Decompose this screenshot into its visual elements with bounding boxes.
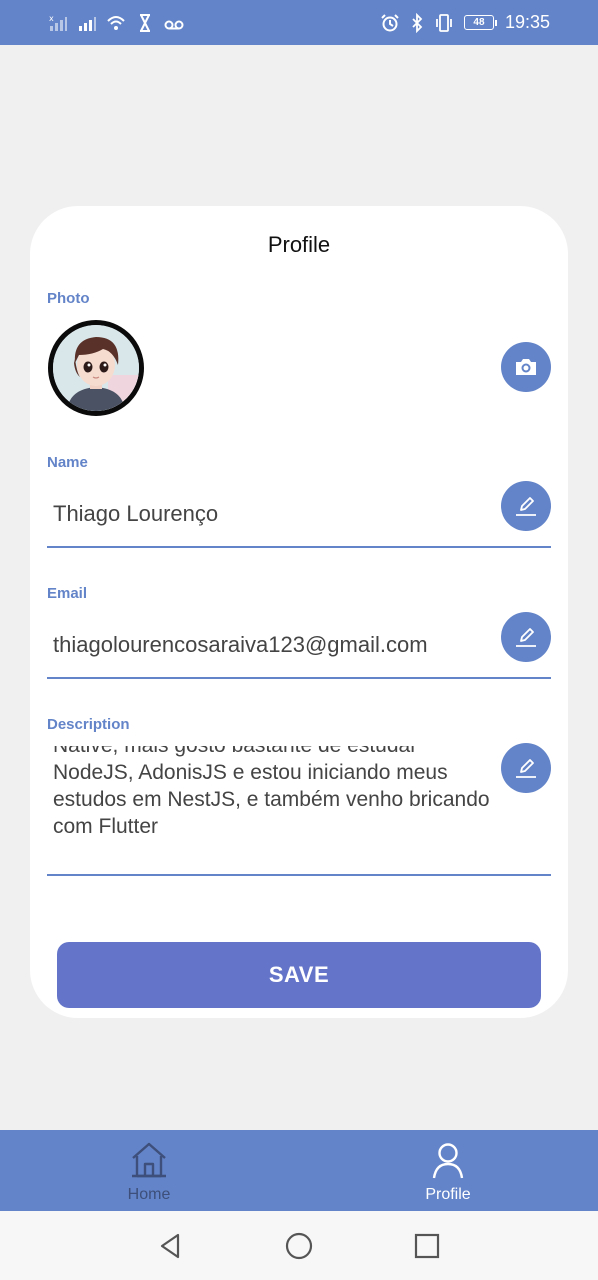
pencil-icon [516, 628, 536, 647]
alarm-icon [380, 13, 400, 33]
recents-button[interactable] [412, 1231, 442, 1261]
status-bar: x 48 19:35 [0, 0, 598, 45]
save-button[interactable]: SAVE [57, 942, 541, 1008]
vibrate-icon [434, 13, 454, 33]
email-field[interactable]: thiagolourencosaraiva123@gmail.com [53, 632, 428, 658]
name-field[interactable]: Thiago Lourenço [53, 501, 218, 527]
battery-level: 48 [473, 17, 485, 28]
camera-icon [516, 359, 536, 375]
tab-profile[interactable]: Profile [348, 1130, 548, 1211]
bottom-tab-bar: Home Profile [0, 1130, 598, 1211]
back-icon [160, 1233, 180, 1258]
hourglass-icon [135, 13, 155, 33]
svg-text:x: x [49, 14, 54, 23]
status-left-icons: x [48, 13, 184, 33]
pencil-icon [516, 759, 536, 778]
profile-card: Profile Photo Name Thiago Lourenço Email… [30, 206, 568, 1018]
wifi-icon [106, 13, 126, 33]
description-field[interactable]: Native, mais gosto bastante de estudar N… [53, 746, 503, 856]
avatar [48, 320, 144, 416]
tab-home[interactable]: Home [49, 1130, 249, 1211]
bluetooth-icon [407, 12, 427, 33]
home-button[interactable] [284, 1231, 314, 1261]
back-button[interactable] [156, 1231, 186, 1261]
home-icon [132, 1142, 166, 1178]
description-label: Description [47, 716, 130, 733]
tab-profile-label: Profile [425, 1186, 471, 1203]
email-underline [47, 677, 551, 679]
photo-label: Photo [47, 290, 90, 307]
system-nav-bar [0, 1211, 598, 1280]
edit-name-button[interactable] [501, 481, 551, 531]
tab-home-label: Home [127, 1186, 171, 1203]
status-right-icons: 48 19:35 [380, 12, 550, 33]
email-label: Email [47, 585, 88, 602]
status-time: 19:35 [504, 12, 550, 32]
page-title: Profile [267, 232, 331, 257]
name-label: Name [47, 454, 88, 471]
description-text: Native, mais gosto bastante de estudar N… [53, 746, 490, 838]
pencil-icon [516, 497, 536, 516]
name-underline [47, 546, 551, 548]
change-photo-button[interactable] [501, 342, 551, 392]
user-icon [432, 1143, 464, 1179]
voicemail-icon [164, 13, 184, 33]
edit-description-button[interactable] [501, 743, 551, 793]
edit-email-button[interactable] [501, 612, 551, 662]
signal-off-icon: x [48, 13, 68, 33]
battery-icon: 48 [463, 15, 497, 30]
signal-icon [77, 13, 97, 33]
home-circle-icon [285, 1232, 313, 1259]
recents-icon [414, 1233, 440, 1258]
description-underline [47, 874, 551, 876]
